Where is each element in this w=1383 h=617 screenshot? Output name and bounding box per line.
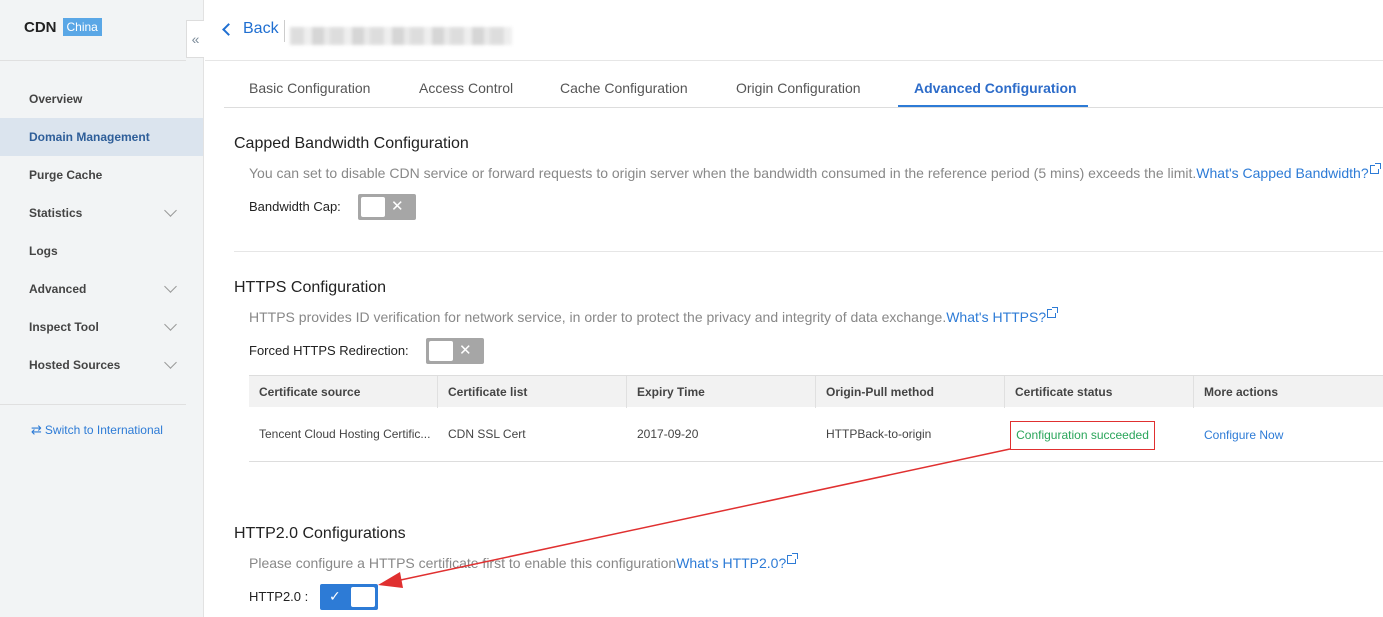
sidebar-item-label: Overview (29, 92, 83, 106)
sidebar-item-label: Statistics (29, 206, 83, 220)
sidebar-item-label: Hosted Sources (29, 358, 121, 372)
http2-description: Please configure a HTTPS certificate fir… (249, 553, 799, 571)
certificate-table: Certificate source Certificate list Expi… (249, 375, 1383, 462)
external-link-icon (1369, 163, 1381, 174)
brand-name: CDN (24, 18, 57, 36)
brand: CDN China (24, 18, 102, 36)
forced-https-label: Forced HTTPS Redirection: (249, 343, 409, 358)
toggle-knob (351, 587, 375, 607)
http2-toggle[interactable]: ✓ (320, 584, 378, 610)
header-separator (205, 60, 1383, 61)
back-button[interactable]: Back (222, 20, 279, 38)
https-desc-text: HTTPS provides ID verification for netwo… (249, 309, 947, 325)
bandwidth-cap-label: Bandwidth Cap: (249, 199, 341, 214)
active-tab-indicator (898, 105, 1088, 107)
col-more-actions: More actions (1204, 385, 1279, 399)
https-help-link[interactable]: What's HTTPS? (946, 307, 1059, 325)
close-icon: ✕ (391, 198, 404, 215)
tab-basic-configuration[interactable]: Basic Configuration (249, 80, 370, 96)
chevron-down-icon (164, 318, 177, 331)
region-badge: China (62, 18, 102, 36)
sidebar-item-logs[interactable]: Logs (0, 232, 203, 270)
sidebar-item-inspect-tool[interactable]: Inspect Tool (0, 308, 203, 346)
col-certificate-status: Certificate status (1005, 376, 1194, 408)
tab-cache-configuration[interactable]: Cache Configuration (560, 80, 688, 96)
section-divider (234, 251, 1383, 252)
forced-https-toggle[interactable]: ✕ (426, 338, 484, 364)
back-label: Back (243, 20, 279, 37)
external-link-icon (1047, 307, 1059, 318)
col-origin-pull-method: Origin-Pull method (816, 376, 1005, 408)
domain-name-redacted (290, 27, 512, 45)
capped-desc-text: You can set to disable CDN service or fo… (249, 165, 1197, 181)
table-header: Certificate source Certificate list Expi… (249, 375, 1383, 408)
bandwidth-cap-toggle[interactable]: ✕ (358, 194, 416, 220)
tab-access-control[interactable]: Access Control (419, 80, 513, 96)
col-certificate-list: Certificate list (438, 376, 627, 408)
http2-help-link[interactable]: What's HTTP2.0? (676, 553, 799, 571)
switch-label: Switch to International (44, 423, 163, 437)
sidebar-item-statistics[interactable]: Statistics (0, 194, 203, 232)
http2-label: HTTP2.0 : (249, 589, 309, 604)
tab-advanced-configuration[interactable]: Advanced Configuration (914, 80, 1077, 96)
sidebar-nav: Overview Domain Management Purge Cache S… (0, 80, 203, 384)
https-description: HTTPS provides ID verification for netwo… (249, 307, 1059, 325)
config-tabs: Basic Configuration Access Control Cache… (224, 70, 1383, 108)
checkmark-icon: ✓ (329, 588, 341, 604)
sidebar-item-hosted-sources[interactable]: Hosted Sources (0, 346, 203, 384)
toggle-knob (429, 341, 453, 361)
capped-bandwidth-title: Capped Bandwidth Configuration (234, 135, 469, 152)
capped-bandwidth-help-link[interactable]: What's Capped Bandwidth? (1196, 163, 1381, 181)
http2-desc-text: Please configure a HTTPS certificate fir… (249, 555, 677, 571)
chevron-left-icon (222, 23, 235, 36)
tab-origin-configuration[interactable]: Origin Configuration (736, 80, 861, 96)
http2-link-text: What's HTTP2.0? (676, 555, 787, 571)
annotation-arrow-head (378, 572, 403, 588)
close-icon: ✕ (459, 342, 472, 359)
capped-bandwidth-description: You can set to disable CDN service or fo… (249, 163, 1381, 181)
configure-now-link[interactable]: Configure Now (1204, 428, 1283, 442)
nav-divider (0, 404, 186, 405)
cell-expiry-time: 2017-09-20 (637, 427, 699, 441)
sidebar-item-label: Purge Cache (29, 168, 103, 182)
sidebar-item-label: Domain Management (29, 130, 150, 144)
capped-link-text: What's Capped Bandwidth? (1196, 165, 1369, 181)
header-divider (284, 20, 285, 42)
sidebar-item-purge-cache[interactable]: Purge Cache (0, 156, 203, 194)
brand-divider (0, 60, 186, 61)
certificate-status-badge: Configuration succeeded (1010, 421, 1155, 450)
sidebar-item-domain-management[interactable]: Domain Management (0, 118, 203, 156)
col-expiry-time: Expiry Time (627, 376, 816, 408)
switch-icon: ⇄ (31, 422, 42, 437)
collapse-sidebar-icon[interactable]: « (186, 20, 204, 58)
col-certificate-source: Certificate source (249, 376, 438, 408)
sidebar: CDN China « Overview Domain Management P… (0, 0, 204, 617)
sidebar-item-label: Inspect Tool (29, 320, 99, 334)
sidebar-item-label: Advanced (29, 282, 87, 296)
sidebar-item-overview[interactable]: Overview (0, 80, 203, 118)
http2-config-title: HTTP2.0 Configurations (234, 525, 406, 542)
cell-certificate-source: Tencent Cloud Hosting Certific... (259, 427, 431, 441)
sidebar-item-advanced[interactable]: Advanced (0, 270, 203, 308)
https-link-text: What's HTTPS? (946, 309, 1047, 325)
https-config-title: HTTPS Configuration (234, 279, 387, 296)
cell-origin-pull-method: HTTPBack-to-origin (826, 427, 932, 441)
toggle-knob (361, 197, 385, 217)
chevron-down-icon (164, 280, 177, 293)
chevron-down-icon (164, 204, 177, 217)
sidebar-item-label: Logs (29, 244, 58, 258)
switch-to-international-link[interactable]: ⇄ Switch to International (31, 422, 163, 438)
external-link-icon (787, 553, 799, 564)
chevron-down-icon (164, 356, 177, 369)
cell-certificate-list: CDN SSL Cert (448, 427, 526, 441)
